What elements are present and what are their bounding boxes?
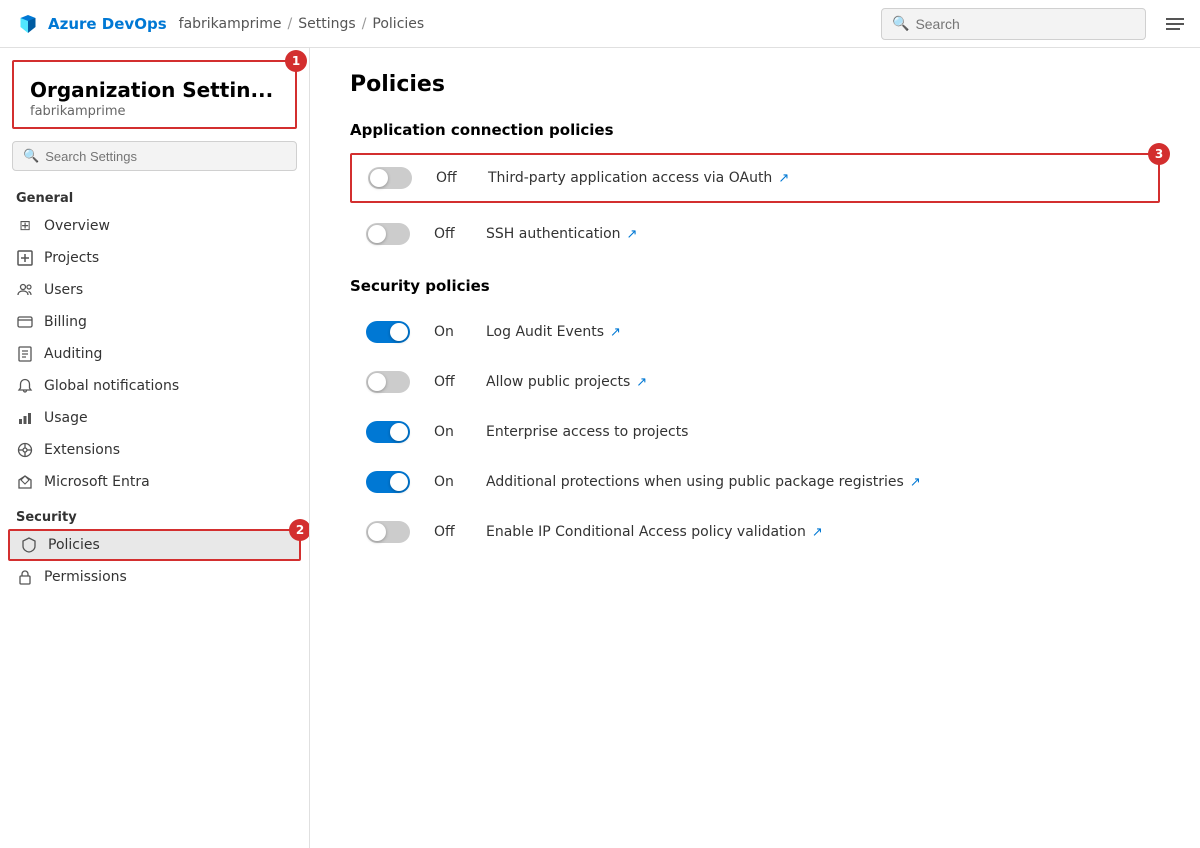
ip-conditional-policy-row: Off Enable IP Conditional Access policy … [350,509,1160,555]
search-input[interactable] [915,16,1135,32]
ip-conditional-link-icon[interactable]: ↗ [812,525,823,540]
sidebar-item-usage[interactable]: Usage [0,402,309,434]
oauth-policy-text: Third-party application access via OAuth… [488,170,789,186]
usage-icon [16,409,34,427]
package-registries-policy-row: On Additional protections when using pub… [350,459,1160,505]
package-registries-policy-text: Additional protections when using public… [486,474,921,490]
breadcrumb-settings[interactable]: Settings [298,16,355,32]
breadcrumb-page: Policies [372,16,424,32]
oauth-toggle[interactable] [368,167,412,189]
projects-icon [16,249,34,267]
sidebar-item-label: Microsoft Entra [44,474,150,490]
oauth-link-icon[interactable]: ↗ [778,171,789,186]
log-audit-link-icon[interactable]: ↗ [610,325,621,340]
badge-2: 2 [289,519,310,541]
ssh-link-icon[interactable]: ↗ [627,227,638,242]
menu-icon[interactable] [1166,18,1184,30]
org-settings-title: Organization Settin... [30,78,279,102]
public-projects-toggle-label: Off [434,374,462,390]
sidebar-item-projects[interactable]: Projects [0,242,309,274]
ip-conditional-policy-text: Enable IP Conditional Access policy vali… [486,524,823,540]
sidebar-item-policies[interactable]: Policies 2 [8,529,301,561]
public-projects-toggle[interactable] [366,371,410,393]
app-connection-section-title: Application connection policies [350,121,1160,139]
sidebar-item-overview[interactable]: ⊞ Overview [0,210,309,242]
extensions-icon [16,441,34,459]
general-section-label: General [0,179,309,210]
sidebar-item-label: Extensions [44,442,120,458]
package-registries-toggle[interactable] [366,471,410,493]
breadcrumb-sep2: / [362,16,367,32]
sidebar-item-global-notifications[interactable]: Global notifications [0,370,309,402]
logo[interactable]: Azure DevOps [16,12,167,36]
breadcrumb: fabrikamprime / Settings / Policies [179,16,425,32]
breadcrumb-sep1: / [288,16,293,32]
sidebar-item-permissions[interactable]: Permissions [0,561,309,593]
sidebar-policies-label: Policies [48,537,100,553]
ssh-policy-row: Off SSH authentication ↗ [350,211,1160,257]
ssh-toggle-label: Off [434,226,462,242]
sidebar-item-label: Billing [44,314,87,330]
sidebar-item-label: Global notifications [44,378,179,394]
entra-icon [16,473,34,491]
package-registries-link-icon[interactable]: ↗ [910,475,921,490]
content-area: Policies Application connection policies… [310,48,1200,848]
azure-devops-logo-icon [16,12,40,36]
sidebar-item-extensions[interactable]: Extensions [0,434,309,466]
enterprise-access-policy-text: Enterprise access to projects [486,424,688,440]
sidebar-item-label: Projects [44,250,99,266]
policies-icon [20,536,38,554]
ssh-policy-text: SSH authentication ↗ [486,226,637,242]
sidebar-item-label: Overview [44,218,110,234]
oauth-policy-row: Off Third-party application access via O… [350,153,1160,203]
sidebar-item-users[interactable]: Users [0,274,309,306]
auditing-icon [16,345,34,363]
package-registries-toggle-label: On [434,474,462,490]
grid-icon: ⊞ [16,217,34,235]
log-audit-toggle-label: On [434,324,462,340]
log-audit-policy-row: On Log Audit Events ↗ [350,309,1160,355]
settings-search[interactable]: 🔍 [12,141,297,171]
enterprise-access-toggle-label: On [434,424,462,440]
main-layout: Organization Settin... fabrikamprime 1 🔍… [0,48,1200,848]
security-section-label: Security [0,498,309,529]
search-icon: 🔍 [892,16,909,32]
sidebar-item-label: Permissions [44,569,127,585]
ip-conditional-toggle-label: Off [434,524,462,540]
enterprise-access-policy-row: On Enterprise access to projects [350,409,1160,455]
ip-conditional-toggle[interactable] [366,521,410,543]
public-projects-link-icon[interactable]: ↗ [636,375,647,390]
sidebar-item-label: Users [44,282,83,298]
lock-icon [16,568,34,586]
page-title: Policies [350,72,1160,97]
sidebar-item-auditing[interactable]: Auditing [0,338,309,370]
global-search[interactable]: 🔍 [881,8,1146,40]
oauth-toggle-label: Off [436,170,464,186]
sidebar-item-microsoft-entra[interactable]: Microsoft Entra [0,466,309,498]
security-section-title: Security policies [350,277,1160,295]
ssh-toggle[interactable] [366,223,410,245]
billing-icon [16,313,34,331]
sidebar-search-icon: 🔍 [23,149,39,164]
sidebar-item-label: Auditing [44,346,102,362]
notifications-icon [16,377,34,395]
sidebar: Organization Settin... fabrikamprime 1 🔍… [0,48,310,848]
settings-search-input[interactable] [45,149,286,164]
log-audit-toggle[interactable] [366,321,410,343]
sidebar-header: Organization Settin... fabrikamprime 1 [12,60,297,129]
sidebar-item-label: Usage [44,410,88,426]
badge-1: 1 [285,50,307,72]
breadcrumb-org[interactable]: fabrikamprime [179,16,282,32]
app-name: Azure DevOps [48,15,167,33]
users-icon [16,281,34,299]
log-audit-policy-text: Log Audit Events ↗ [486,324,621,340]
topbar: Azure DevOps fabrikamprime / Settings / … [0,0,1200,48]
badge-3: 3 [1148,143,1170,165]
enterprise-access-toggle[interactable] [366,421,410,443]
sidebar-item-billing[interactable]: Billing [0,306,309,338]
org-name: fabrikamprime [30,104,279,119]
public-projects-policy-text: Allow public projects ↗ [486,374,647,390]
public-projects-policy-row: Off Allow public projects ↗ [350,359,1160,405]
